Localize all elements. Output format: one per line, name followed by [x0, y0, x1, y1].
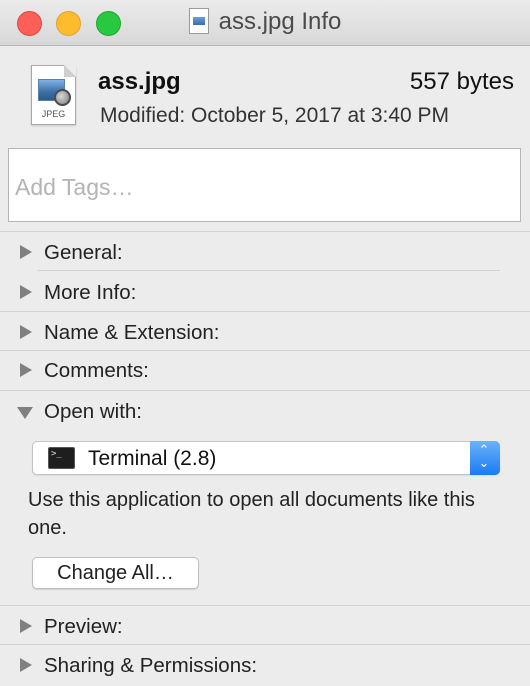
file-header: JPEG ass.jpg 557 bytes Modified: October… — [0, 46, 530, 142]
section-open-with-label: Open with: — [44, 400, 142, 423]
disclosure-triangle-icon[interactable] — [20, 325, 32, 339]
disclosure-triangle-icon[interactable] — [20, 619, 32, 633]
title-bar[interactable]: ass.jpg Info — [0, 0, 530, 46]
section-comments[interactable]: Comments: — [0, 350, 530, 390]
file-type-label: JPEG — [41, 109, 66, 119]
file-name: ass.jpg — [98, 68, 181, 95]
divider — [38, 270, 500, 271]
section-more-info[interactable]: More Info: — [0, 272, 530, 312]
tags-field[interactable] — [8, 148, 521, 222]
window-title-text: ass.jpg Info — [218, 8, 342, 35]
window-title: ass.jpg Info — [0, 8, 530, 36]
section-open-with[interactable]: Open with: — [0, 391, 530, 431]
tags-input[interactable] — [9, 149, 520, 221]
section-preview-label: Preview: — [44, 615, 123, 638]
chevron-up-icon: ⌃ — [478, 443, 490, 458]
chevron-down-icon: ⌄ — [478, 456, 490, 471]
terminal-icon: >_ — [48, 447, 75, 469]
popup-stepper[interactable]: ⌃ ⌄ — [470, 441, 500, 475]
selected-application: Terminal (2.8) — [88, 447, 217, 470]
application-popup-button[interactable]: >_ Terminal (2.8) ⌃ ⌄ — [32, 441, 500, 475]
disclosure-triangle-icon[interactable] — [20, 245, 32, 259]
modified-date: Modified: October 5, 2017 at 3:40 PM — [100, 104, 450, 127]
section-sharing-permissions-label: Sharing & Permissions: — [44, 654, 258, 677]
open-with-description: Use this application to open all documen… — [28, 489, 475, 539]
section-name-extension[interactable]: Name & Extension: — [0, 312, 530, 352]
magnifier-icon — [54, 89, 71, 106]
section-sharing-permissions[interactable]: Sharing & Permissions: — [0, 645, 530, 685]
jpeg-file-icon: JPEG — [31, 65, 76, 125]
document-icon — [188, 8, 209, 34]
disclosure-triangle-open-icon[interactable] — [17, 407, 33, 419]
disclosure-triangle-icon[interactable] — [20, 658, 32, 672]
section-comments-label: Comments: — [44, 359, 149, 382]
section-general-label: General: — [44, 241, 123, 264]
disclosure-triangle-icon[interactable] — [20, 285, 32, 299]
disclosure-triangle-icon[interactable] — [20, 363, 32, 377]
section-name-extension-label: Name & Extension: — [44, 321, 220, 344]
section-preview[interactable]: Preview: — [0, 606, 530, 646]
section-general[interactable]: General: — [0, 232, 530, 272]
file-size: 557 bytes — [409, 68, 514, 95]
section-more-info-label: More Info: — [44, 281, 137, 304]
change-all-button[interactable]: Change All… — [32, 557, 199, 589]
